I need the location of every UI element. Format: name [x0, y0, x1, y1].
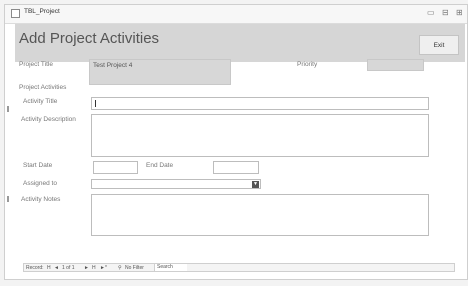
new-record-button[interactable]: ►* — [100, 265, 107, 271]
previous-record-button[interactable]: ◄ — [54, 265, 59, 271]
priority-field[interactable] — [367, 59, 424, 71]
start-date-input[interactable] — [93, 161, 138, 174]
last-record-button[interactable]: H — [92, 265, 96, 271]
activity-description-input[interactable] — [91, 114, 429, 157]
first-record-button[interactable]: H — [47, 265, 51, 271]
left-scroll-marker-lower — [7, 196, 9, 202]
assigned-to-select[interactable]: ▼ — [91, 179, 261, 189]
assigned-to-label: Assigned to — [23, 180, 57, 187]
priority-label: Priority — [297, 61, 318, 68]
start-date-label: Start Date — [23, 162, 53, 169]
form-header: Add Project Activities Exit — [15, 24, 465, 62]
text-caret — [95, 100, 96, 107]
form-window: TBL_Project ▭ ⊟ ⊞ Add Project Activities… — [4, 4, 468, 280]
exit-button[interactable]: Exit — [419, 35, 459, 55]
project-activities-label: Project Activities — [19, 84, 67, 91]
next-record-button[interactable]: ► — [84, 265, 89, 271]
project-title-field[interactable]: Test Project 4 — [89, 59, 231, 85]
window-title: TBL_Project — [24, 8, 60, 15]
dropdown-arrow-icon[interactable]: ▼ — [252, 181, 259, 188]
maximize-icon[interactable]: ⊞ — [456, 8, 463, 18]
form-title: Add Project Activities — [19, 30, 160, 47]
end-date-label: End Date — [146, 162, 174, 169]
project-title-label: Project Title — [19, 61, 53, 68]
activity-notes-label: Activity Notes — [21, 196, 61, 203]
restore-icon[interactable]: ⊟ — [442, 8, 449, 18]
activity-title-input[interactable] — [91, 97, 429, 110]
search-box[interactable]: Search — [154, 264, 187, 271]
minimize-icon[interactable]: ▭ — [427, 8, 435, 18]
no-filter-button[interactable]: No Filter — [125, 265, 144, 271]
title-bar: TBL_Project ▭ ⊟ ⊞ — [5, 5, 467, 24]
record-label: Record: — [26, 265, 44, 271]
activity-description-label: Activity Description — [21, 116, 76, 123]
activity-notes-input[interactable] — [91, 194, 429, 236]
filter-icon: ⚲ — [118, 265, 122, 271]
record-position[interactable]: 1 of 1 — [62, 265, 75, 271]
activity-title-label: Activity Title — [23, 98, 58, 105]
form-icon — [11, 9, 20, 18]
left-scroll-marker — [7, 106, 9, 112]
end-date-input[interactable] — [213, 161, 259, 174]
record-navigation-bar: Record: H ◄ 1 of 1 ► H ►* ⚲ No Filter Se… — [23, 263, 455, 272]
